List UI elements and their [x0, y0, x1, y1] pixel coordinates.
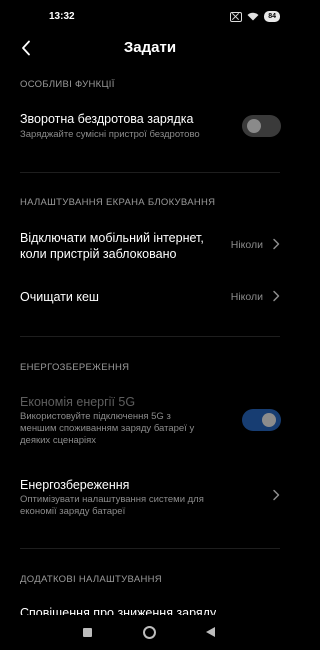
divider: [20, 172, 280, 173]
section-header-power: ЕНЕРГОЗБЕРЕЖЕННЯ: [20, 362, 130, 373]
economy-5g-desc-1: Використовуйте підключення 5G з: [20, 411, 171, 422]
navigation-bar: [0, 617, 300, 650]
section-header-lockscreen: НАЛАШТУВАННЯ ЕКРАНА БЛОКУВАННЯ: [20, 197, 216, 208]
clear-cache-value: Ніколи: [230, 291, 263, 303]
page-title: Задати: [123, 39, 177, 56]
disable-mobile-data-title-1: Відключати мобільний інтернет,: [20, 231, 204, 245]
reverse-charging-desc: Заряджайте сумісні пристрої бездротово: [20, 129, 200, 140]
battery-icon: 84: [264, 11, 280, 22]
disable-mobile-data-value: Ніколи: [230, 239, 263, 251]
chevron-right-icon: [273, 290, 280, 302]
toggle-knob: [247, 119, 261, 133]
battery-saver-desc-2: економії заряду батареї: [20, 506, 126, 517]
low-battery-alert-item[interactable]: Сповіщення про зниження заряду: [20, 605, 216, 615]
battery-saver-desc-1: Оптимізувати налаштування системи для: [20, 494, 204, 505]
status-icons: 84: [230, 11, 280, 22]
chevron-right-icon: [273, 489, 280, 501]
divider: [20, 336, 280, 337]
clear-cache-title: Очищати кеш: [20, 290, 99, 304]
header: Задати: [0, 34, 300, 62]
square-icon[interactable]: [83, 628, 92, 637]
economy-5g-desc-2: меншим споживанням заряду батареї у: [20, 423, 195, 434]
status-bar: 13:32 84: [0, 0, 300, 34]
chevron-right-icon: [273, 238, 280, 250]
disable-mobile-data-title-2: коли пристрій заблоковано: [20, 247, 177, 261]
toggle-knob: [262, 413, 276, 427]
circle-icon[interactable]: [143, 626, 156, 639]
battery-saver-title: Енергозбереження: [20, 478, 130, 492]
status-time: 13:32: [49, 11, 75, 22]
section-header-additional: ДОДАТКОВІ НАЛАШТУВАННЯ: [20, 574, 162, 585]
reverse-charging-toggle[interactable]: [242, 115, 281, 137]
economy-5g-desc-3: деяких сценаріях: [20, 435, 97, 446]
triangle-icon[interactable]: [206, 627, 215, 637]
economy-5g-toggle[interactable]: [242, 409, 281, 431]
reverse-charging-title: Зворотна бездротова зарядка: [20, 112, 194, 126]
notification-box-icon: [230, 11, 243, 22]
wifi-icon: [247, 12, 259, 21]
section-header-special: ОСОБЛИВІ ФУНКЦІЇ: [20, 79, 115, 90]
divider: [20, 548, 280, 549]
economy-5g-title: Економія енергії 5G: [20, 395, 136, 409]
